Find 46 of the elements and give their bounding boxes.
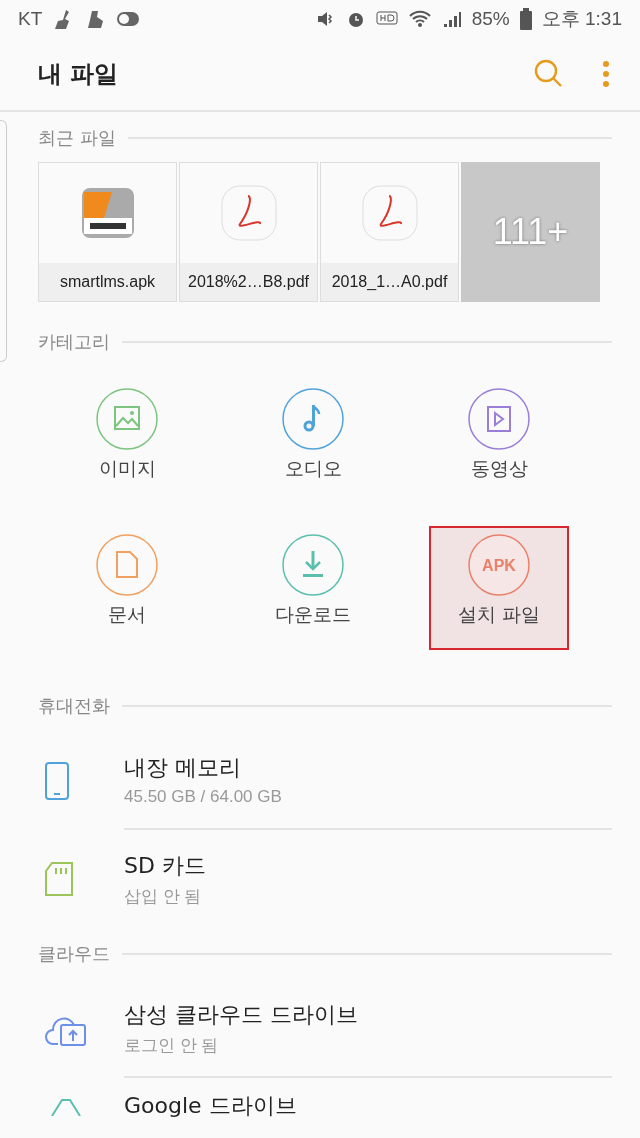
storage-status: 45.50 GB / 64.00 GB [124, 787, 283, 807]
storage-name: 내장 메모리 [124, 754, 242, 782]
category-button[interactable]: 동영상 [429, 380, 569, 504]
search-icon [534, 59, 564, 89]
section-title: 휴대전화 [38, 694, 110, 718]
file-name: 2018%2…B8.pdf [180, 263, 317, 301]
clock-time: 오후 1:31 [541, 7, 622, 31]
more-icon [602, 60, 610, 88]
recent-file-tile[interactable]: smartlms.apk [38, 162, 177, 302]
screen-title: 내 파일 [38, 59, 120, 90]
pdf-icon [360, 184, 419, 242]
storage-item[interactable]: 내장 메모리 45.50 GB / 64.00 GB [38, 732, 612, 830]
category-button[interactable]: 오디오 [243, 380, 383, 504]
storage-status: 로그인 안 됨 [124, 1034, 220, 1057]
more-count: 111+ [492, 211, 569, 253]
toggle-icon [116, 10, 141, 28]
signal-icon [441, 9, 462, 29]
battery-percent: 85% [471, 8, 510, 30]
carrier-name: KT [18, 8, 43, 30]
storage-item[interactable]: SD 카드 삽입 안 됨 [38, 830, 612, 928]
storage-item[interactable]: 삼성 클라우드 드라이브 로그인 안 됨 [38, 980, 612, 1078]
battery-icon [519, 8, 532, 30]
apk-badge-icon: APK [468, 534, 530, 596]
section-title: 최근 파일 [38, 126, 116, 150]
pdf-icon [219, 184, 278, 242]
storage-item[interactable]: Google 드라이브 [38, 1078, 612, 1134]
storage-name: Google 드라이브 [124, 1092, 298, 1120]
recent-file-tile[interactable]: 2018%2…B8.pdf [179, 162, 318, 302]
recent-file-tile[interactable]: 2018_1…A0.pdf [320, 162, 459, 302]
sd-card-icon [44, 861, 74, 897]
smartphone-icon [44, 761, 70, 801]
category-button[interactable]: 다운로드 [243, 526, 383, 650]
storage-status: 삽입 안 됨 [124, 885, 203, 908]
section-title: 카테고리 [38, 330, 110, 354]
app-logo-icon [81, 188, 134, 238]
section-title: 클라우드 [38, 942, 110, 966]
file-name: smartlms.apk [39, 263, 176, 301]
category-button[interactable]: APK 설치 파일 [429, 526, 569, 650]
hd-icon [375, 10, 398, 28]
file-name: 2018_1…A0.pdf [321, 263, 458, 301]
category-button[interactable]: 문서 [57, 526, 197, 650]
wifi-icon [407, 9, 432, 29]
storage-name: 삼성 클라우드 드라이브 [124, 1000, 359, 1029]
storage-name: SD 카드 [124, 851, 207, 880]
drawer-handle[interactable] [0, 120, 7, 362]
category-button[interactable]: 이미지 [57, 380, 197, 504]
